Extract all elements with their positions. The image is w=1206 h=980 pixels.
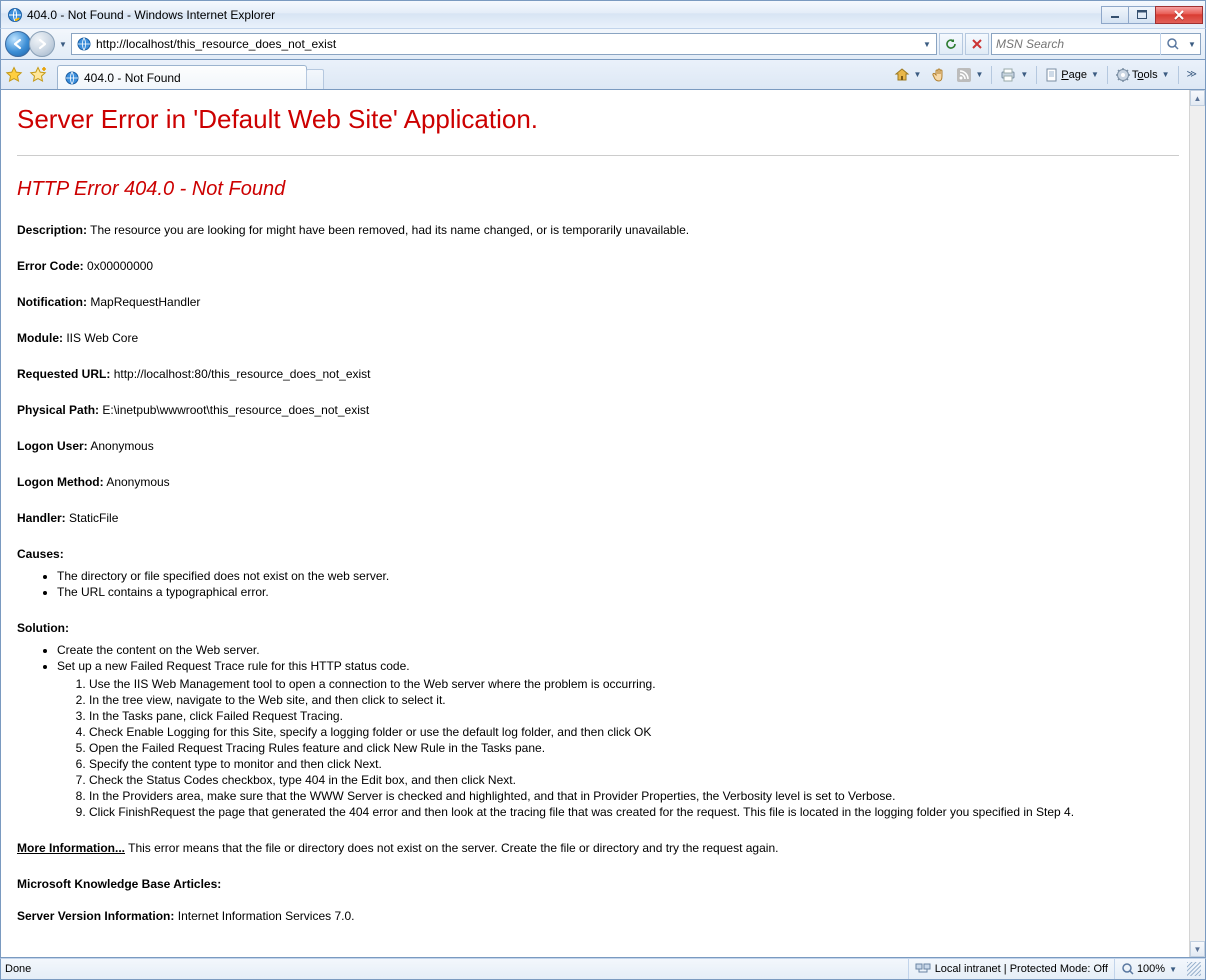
field-description: Description: The resource you are lookin… <box>17 223 1179 237</box>
more-information-text: This error means that the file or direct… <box>128 841 778 855</box>
active-tab[interactable]: 404.0 - Not Found <box>57 65 307 89</box>
error-subheading: HTTP Error 404.0 - Not Found <box>17 178 1179 201</box>
ie-icon <box>7 7 23 23</box>
window-title: 404.0 - Not Found - Windows Internet Exp… <box>27 8 1102 22</box>
tab-page-icon <box>64 70 80 86</box>
print-button[interactable]: ▼ <box>996 64 1032 86</box>
search-button[interactable] <box>1160 33 1184 55</box>
error-heading: Server Error in 'Default Web Site' Appli… <box>17 104 1179 135</box>
status-text: Done <box>5 963 41 975</box>
zoom-control[interactable]: 100% ▼ <box>1114 959 1183 979</box>
address-dropdown[interactable]: ▼ <box>918 40 934 49</box>
field-logon-method: Logon Method: Anonymous <box>17 475 1179 489</box>
list-item: The directory or file specified does not… <box>57 569 1179 583</box>
navigation-bar: ▼ ▼ ▼ <box>0 28 1206 60</box>
field-handler: Handler: StaticFile <box>17 511 1179 525</box>
home-button[interactable]: ▼ <box>890 64 926 86</box>
search-input[interactable] <box>994 36 1160 52</box>
error-page: Server Error in 'Default Web Site' Appli… <box>1 90 1189 957</box>
tab-title: 404.0 - Not Found <box>84 71 300 85</box>
field-logon-user: Logon User: Anonymous <box>17 439 1179 453</box>
zoom-icon <box>1121 962 1135 976</box>
resize-grip[interactable] <box>1187 962 1201 976</box>
field-module: Module: IIS Web Core <box>17 331 1179 345</box>
list-item: Use the IIS Web Management tool to open … <box>89 677 1179 691</box>
add-favorite-button[interactable] <box>29 66 47 84</box>
search-provider-dropdown[interactable]: ▼ <box>1184 40 1198 49</box>
list-item: The URL contains a typographical error. <box>57 585 1179 599</box>
list-item: Open the Failed Request Tracing Rules fe… <box>89 741 1179 755</box>
new-tab-button[interactable] <box>306 69 324 89</box>
maximize-button[interactable] <box>1128 6 1156 24</box>
causes-heading: Causes: <box>17 547 1179 561</box>
solution-heading: Solution: <box>17 621 1179 635</box>
zone-text: Local intranet | Protected Mode: Off <box>935 963 1108 975</box>
zoom-dropdown[interactable]: ▼ <box>1169 965 1177 974</box>
window-titlebar: 404.0 - Not Found - Windows Internet Exp… <box>0 0 1206 28</box>
status-bar: Done Local intranet | Protected Mode: Of… <box>0 958 1206 980</box>
tools-menu-button[interactable]: Tools▼ <box>1112 64 1174 86</box>
more-information: More Information... This error means tha… <box>17 841 1179 855</box>
favorites-center-button[interactable] <box>5 66 23 84</box>
page-icon <box>76 36 92 52</box>
page-menu-button[interactable]: Page▼ <box>1041 64 1103 86</box>
back-button[interactable] <box>5 31 31 57</box>
list-item: Specify the content type to monitor and … <box>89 757 1179 771</box>
separator <box>1107 66 1108 84</box>
list-item: Check Enable Logging for this Site, spec… <box>89 725 1179 739</box>
refresh-button[interactable] <box>939 33 963 55</box>
scroll-down-button[interactable]: ▼ <box>1190 941 1205 957</box>
nav-history-dropdown[interactable]: ▼ <box>55 31 69 57</box>
vertical-scrollbar[interactable]: ▲ ▼ <box>1189 90 1205 957</box>
list-item: Check the Status Codes checkbox, type 40… <box>89 773 1179 787</box>
intranet-icon <box>915 962 931 976</box>
close-button[interactable] <box>1155 6 1203 24</box>
separator <box>1178 66 1179 84</box>
search-box[interactable]: ▼ <box>991 33 1201 55</box>
list-item: In the Providers area, make sure that th… <box>89 789 1179 803</box>
list-item: Create the content on the Web server. <box>57 643 1179 657</box>
toolbar-overflow[interactable]: ≫ <box>1183 69 1201 80</box>
list-item: Click FinishRequest the page that genera… <box>89 805 1179 819</box>
divider <box>17 155 1179 156</box>
zoom-value: 100% <box>1137 963 1165 975</box>
list-item: In the Tasks pane, click Failed Request … <box>89 709 1179 723</box>
kb-heading: Microsoft Knowledge Base Articles: <box>17 877 1179 891</box>
field-physical-path: Physical Path: E:\inetpub\wwwroot\this_r… <box>17 403 1179 417</box>
address-input[interactable] <box>94 36 918 52</box>
more-information-link[interactable]: More Information... <box>17 841 125 855</box>
scroll-track[interactable] <box>1190 106 1205 941</box>
field-notification: Notification: MapRequestHandler <box>17 295 1179 309</box>
feeds-button[interactable]: ▼ <box>953 64 987 86</box>
hand-tool-button[interactable] <box>927 64 951 86</box>
tools-label: Tools <box>1132 69 1158 81</box>
solution-steps: Use the IIS Web Management tool to open … <box>89 677 1179 819</box>
stop-button[interactable] <box>965 33 989 55</box>
field-error-code: Error Code: 0x00000000 <box>17 259 1179 273</box>
forward-button[interactable] <box>29 31 55 57</box>
field-requested-url: Requested URL: http://localhost:80/this_… <box>17 367 1179 381</box>
list-item: In the tree view, navigate to the Web si… <box>89 693 1179 707</box>
causes-list: The directory or file specified does not… <box>57 569 1179 599</box>
address-bar[interactable]: ▼ <box>71 33 937 55</box>
security-zone[interactable]: Local intranet | Protected Mode: Off <box>908 959 1114 979</box>
server-version-info: Server Version Information: Internet Inf… <box>17 909 1179 923</box>
command-bar: 404.0 - Not Found ▼ ▼ ▼ Page▼ Tools▼ ≫ <box>0 60 1206 90</box>
solution-list: Create the content on the Web server. Se… <box>57 643 1179 673</box>
minimize-button[interactable] <box>1101 6 1129 24</box>
content-viewport: Server Error in 'Default Web Site' Appli… <box>0 90 1206 958</box>
list-item: Set up a new Failed Request Trace rule f… <box>57 659 1179 673</box>
scroll-up-button[interactable]: ▲ <box>1190 90 1205 106</box>
separator <box>991 66 992 84</box>
separator <box>1036 66 1037 84</box>
